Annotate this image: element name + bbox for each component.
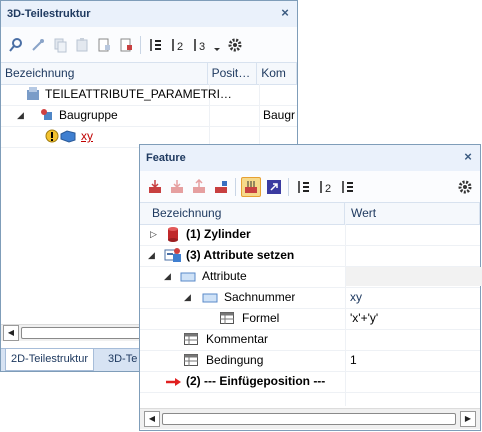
document-icon[interactable] [95,36,113,54]
warning-icon [45,129,59,146]
toolbar-separator [235,177,236,196]
close-icon[interactable]: × [279,6,291,20]
feature-tree: ▷ (1) Zylinder ◢ (3) Attribute setzen ◢ … [140,224,482,406]
teilestruktur-titlebar[interactable]: 3D-Teilestruktur × [1,1,297,27]
feature-value[interactable]: 'x'+'y' [350,308,378,329]
table-icon [220,312,234,327]
scrollbar-thumb[interactable] [21,327,153,339]
scroll-left-icon[interactable]: ◀ [144,411,160,427]
table-icon [184,333,198,348]
feature-label: Bedingung [206,353,264,367]
folder-icon [202,292,218,307]
sort-ascending-icon[interactable] [294,178,312,196]
feature-row[interactable]: Formel 'x'+'y' [140,308,480,330]
tree-item-label: xy [81,129,93,143]
tree-row[interactable]: ◢ Baugruppe Baugr [1,105,297,127]
component-icon [39,107,55,126]
svg-text:2: 2 [325,183,331,195]
feature-title: Feature [146,152,186,164]
feature-row[interactable]: ◢ Sachnummer xy [140,287,480,309]
insert-pink-icon[interactable] [168,178,186,196]
find-icon[interactable] [7,36,25,54]
table-icon [184,354,198,369]
feature-row[interactable]: (2) --- Einfügeposition --- [140,371,480,393]
toolbar-separator [288,177,289,196]
feature-value[interactable]: 1 [350,350,357,371]
sort-2-icon[interactable]: 2 [316,178,334,196]
feature-label: (1) Zylinder [186,227,251,241]
folder-icon [180,271,196,286]
arrow-right-icon [166,376,182,390]
sort-3-icon[interactable]: 3 [190,36,208,54]
delete-doc-icon[interactable] [117,36,135,54]
structure-toggle-icon[interactable] [241,176,261,197]
column-header-wert[interactable]: Wert [345,203,480,224]
navigate-icon[interactable] [265,178,283,196]
dropdown-icon[interactable] [212,36,222,54]
scrollbar-thumb[interactable] [162,413,456,425]
feature-hscrollbar[interactable]: ◀ ▶ [140,408,480,429]
tree-item-label: Baugruppe [59,108,118,122]
svg-text:3: 3 [199,41,205,53]
gear-icon[interactable] [456,178,474,196]
expanded-arrow-icon[interactable]: ◢ [17,110,24,121]
paste-icon[interactable] [73,36,91,54]
pick-icon[interactable] [29,36,47,54]
expanded-arrow-icon[interactable]: ◢ [148,250,155,261]
attribute-set-icon [164,247,182,266]
assembly-icon [25,86,41,105]
feature-row[interactable]: ◢ Attribute [140,266,482,288]
sort-2-icon[interactable]: 2 [168,36,186,54]
feature-label: (3) Attribute setzen [186,248,295,262]
tree-item-kommentar: Baugr [263,108,296,122]
feature-row[interactable]: Bedingung 1 [140,350,480,372]
teilestruktur-toolbar: 2 3 [1,27,297,63]
feature-label: Sachnummer [224,290,296,304]
collapsed-arrow-icon[interactable]: ▷ [150,229,157,240]
gear-icon[interactable] [226,36,244,54]
feature-toolbar: 2 [140,171,480,203]
feature-row[interactable]: Kommentar [140,329,480,351]
part-icon [59,129,77,146]
expanded-arrow-icon[interactable]: ◢ [184,292,191,303]
insert-red-icon[interactable] [146,178,164,196]
teilestruktur-header: Bezeichnung Posit… Kom [1,63,297,85]
tab-2d-teilestruktur[interactable]: 2D-Teilestruktur [5,349,95,371]
copy-icon[interactable] [51,36,69,54]
insert-pink-2-icon[interactable] [190,178,208,196]
column-header-bezeichnung[interactable]: Bezeichnung [140,203,345,224]
scroll-right-icon[interactable]: ▶ [460,411,476,427]
feature-panel: Feature × 2 Bezeichnung Wert ▷ (1) Zylin… [139,144,482,431]
feature-label: Attribute [202,269,247,283]
column-header-bezeichnung[interactable]: Bezeichnung [1,63,208,84]
scroll-left-icon[interactable]: ◀ [3,325,19,341]
sort-3-icon[interactable] [338,178,356,196]
tree-item-label: TEILEATTRIBUTE_PARAMETRI… [45,87,232,101]
insert-blue-icon[interactable] [212,178,230,196]
value-cell-disabled [346,267,482,286]
feature-value[interactable]: xy [350,287,362,308]
column-header-position[interactable]: Posit… [208,63,258,84]
feature-label: Formel [242,311,280,325]
teilestruktur-title: 3D-Teilestruktur [7,8,91,20]
tab-3d-teilestruktur[interactable]: 3D-Te [103,349,142,370]
feature-row[interactable]: ▷ (1) Zylinder [140,224,480,246]
expanded-arrow-icon[interactable]: ◢ [164,271,171,282]
toolbar-separator [140,35,141,54]
feature-header: Bezeichnung Wert [140,203,480,225]
svg-text:2: 2 [177,41,183,53]
close-icon[interactable]: × [462,150,474,164]
column-header-kommentar[interactable]: Kom [257,63,297,84]
feature-titlebar[interactable]: Feature × [140,145,480,171]
tree-row[interactable]: TEILEATTRIBUTE_PARAMETRI… [1,84,297,106]
feature-row[interactable]: ◢ (3) Attribute setzen [140,245,480,267]
sort-ascending-icon[interactable] [146,36,164,54]
feature-label: Kommentar [206,332,269,346]
cylinder-icon [166,226,180,246]
feature-label: (2) --- Einfügeposition --- [186,374,326,388]
